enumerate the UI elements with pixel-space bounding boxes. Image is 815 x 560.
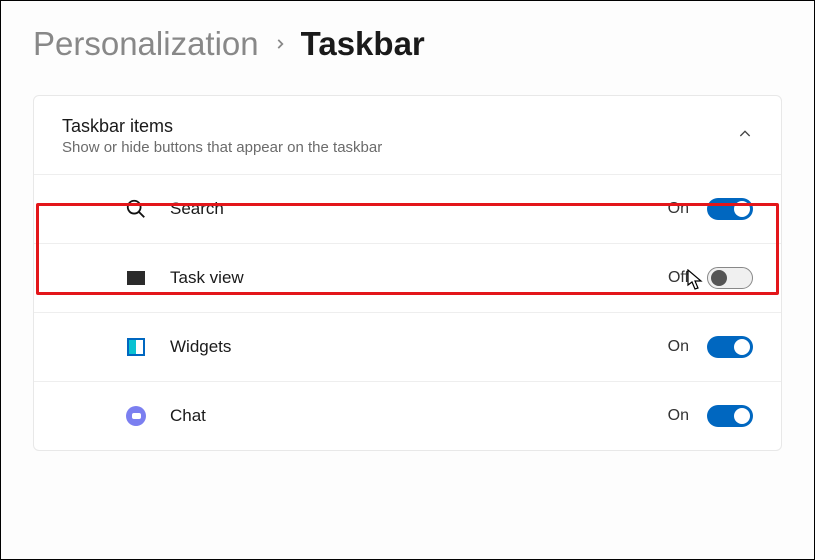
card-header[interactable]: Taskbar items Show or hide buttons that … xyxy=(34,96,781,175)
taskview-toggle[interactable] xyxy=(707,267,753,289)
breadcrumb: Personalization Taskbar xyxy=(1,1,814,87)
item-label: Chat xyxy=(170,406,668,426)
section-title: Taskbar items xyxy=(62,116,737,137)
chat-toggle[interactable] xyxy=(707,405,753,427)
breadcrumb-current: Taskbar xyxy=(301,25,425,63)
taskbar-item-chat: Chat On xyxy=(34,382,781,450)
breadcrumb-parent[interactable]: Personalization xyxy=(33,25,259,63)
item-state: On xyxy=(668,338,689,356)
item-state: On xyxy=(668,407,689,425)
item-label: Search xyxy=(170,199,668,219)
chat-icon xyxy=(124,404,148,428)
search-icon xyxy=(124,197,148,221)
item-label: Widgets xyxy=(170,337,668,357)
taskbar-items-card: Taskbar items Show or hide buttons that … xyxy=(33,95,782,451)
taskview-icon xyxy=(124,266,148,290)
item-label: Task view xyxy=(170,268,668,288)
item-state: Off xyxy=(668,269,689,287)
chevron-up-icon[interactable] xyxy=(737,126,753,147)
chevron-right-icon xyxy=(273,30,287,58)
taskbar-item-search: Search On xyxy=(34,175,781,244)
section-subtitle: Show or hide buttons that appear on the … xyxy=(62,139,737,156)
taskbar-item-widgets: Widgets On xyxy=(34,313,781,382)
taskbar-item-taskview: Task view Off xyxy=(34,244,781,313)
widgets-icon xyxy=(124,335,148,359)
search-toggle[interactable] xyxy=(707,198,753,220)
widgets-toggle[interactable] xyxy=(707,336,753,358)
item-state: On xyxy=(668,200,689,218)
